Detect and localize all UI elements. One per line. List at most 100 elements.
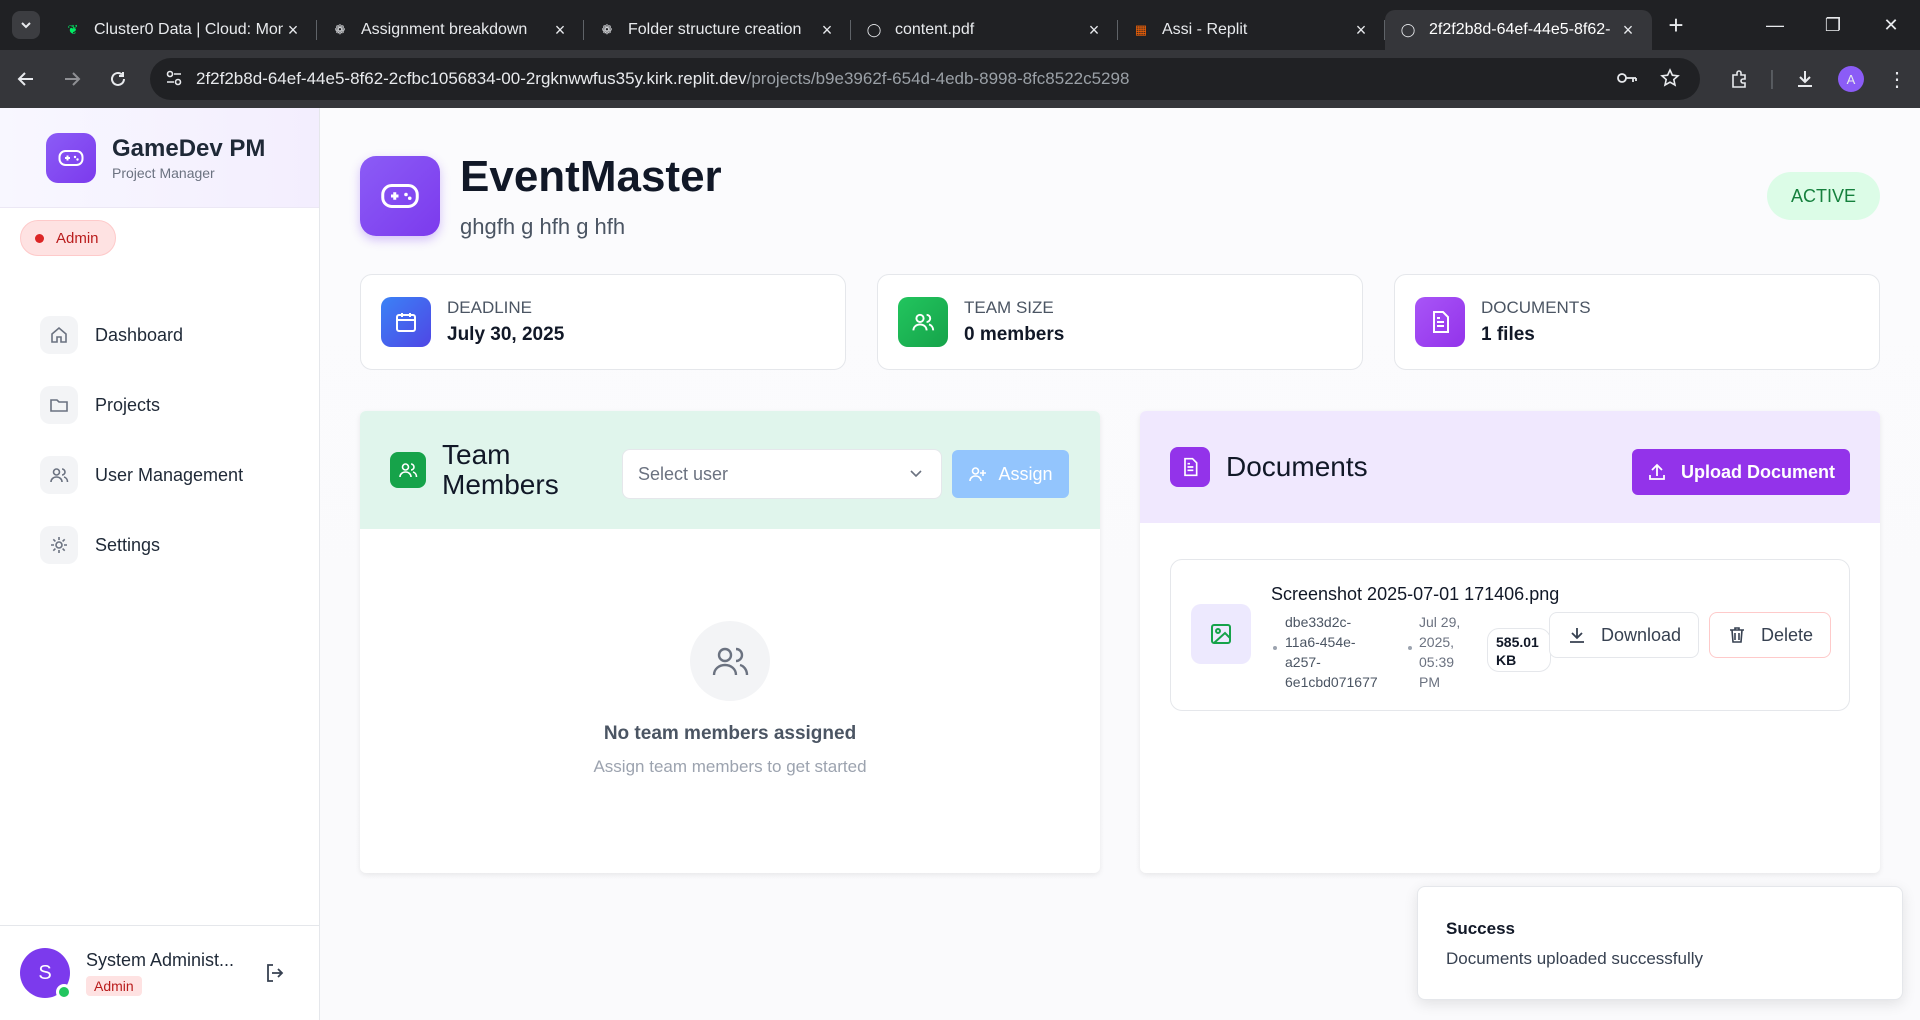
stat-label: Deadline	[447, 298, 533, 317]
document-id-line: 6e1cbd071677	[1285, 674, 1378, 690]
bookmark-star-icon[interactable]	[1660, 68, 1680, 93]
browser-tab-title: 2f2f2b8d-64ef-44e5-8f62-	[1429, 21, 1611, 38]
kebab-menu-icon[interactable]: ⋮	[1874, 67, 1920, 92]
minimize-button[interactable]: —	[1746, 0, 1804, 50]
sidebar-item-settings[interactable]: Settings	[40, 510, 300, 580]
sidebar-nav: Dashboard Projects User Management Setti…	[40, 300, 300, 580]
stat-label: Documents	[1481, 298, 1591, 317]
close-tab-icon[interactable]: ×	[550, 20, 570, 41]
tab-search-dropdown[interactable]	[12, 11, 40, 39]
close-tab-icon[interactable]: ×	[817, 20, 837, 41]
close-tab-icon[interactable]: ×	[283, 20, 303, 41]
documents-header: Documents Upload Document	[1140, 411, 1880, 523]
empty-state-subtitle: Assign team members to get started	[593, 757, 867, 776]
users-icon	[40, 456, 78, 494]
browser-tab-title: Assi - Replit	[1162, 21, 1248, 38]
mongodb-leaf-icon: ❦	[67, 22, 79, 37]
role-badge: Admin	[20, 220, 116, 256]
document-date: Jul 29, 2025, 05:39 PM	[1419, 612, 1479, 692]
back-button[interactable]	[6, 59, 46, 99]
team-members-title-line: Members	[442, 469, 559, 500]
close-window-button[interactable]: ✕	[1862, 0, 1920, 50]
toast-notification[interactable]: Success Documents uploaded successfully	[1417, 886, 1903, 1000]
browser-tab-title: Assignment breakdown	[361, 21, 528, 38]
close-tab-icon[interactable]: ×	[1084, 20, 1104, 41]
document-size-line: KB	[1496, 652, 1517, 668]
close-tab-icon[interactable]: ×	[1351, 20, 1371, 41]
openai-icon: ❁	[601, 22, 613, 37]
team-empty-state: No team members assigned Assign team mem…	[360, 621, 1100, 777]
status-badge: ACTIVE	[1766, 172, 1880, 220]
stat-value: 0 members	[964, 324, 1065, 345]
extensions-icon[interactable]	[1716, 69, 1762, 89]
brand-subtitle: Project Manager	[112, 164, 215, 181]
toast-message: Documents uploaded successfully	[1446, 949, 1704, 968]
logout-button[interactable]	[264, 962, 286, 989]
status-dot	[35, 233, 44, 243]
user-select[interactable]: Select user	[622, 449, 942, 499]
browser-tab[interactable]: ▦ Assi - Replit ×	[1118, 10, 1385, 50]
url-host: 2f2f2b8d-64ef-44e5-8f62-2cfbc1056834-00-…	[196, 69, 747, 88]
stat-card-team-size: Team Size 0 members	[877, 274, 1363, 370]
browser-tab[interactable]: ◯ 2f2f2b8d-64ef-44e5-8f62- ×	[1385, 10, 1652, 50]
close-tab-icon[interactable]: ×	[1618, 20, 1638, 41]
profile-avatar[interactable]: A	[1838, 66, 1864, 92]
download-button[interactable]: Download	[1549, 612, 1699, 658]
restore-button[interactable]: ❐	[1804, 0, 1862, 50]
toast-title: Success	[1446, 919, 1515, 938]
upload-icon	[1649, 463, 1665, 480]
browser-tab[interactable]: ◯ content.pdf ×	[851, 10, 1118, 50]
user-profile: S System Administ... Admin	[0, 925, 320, 1020]
document-id-line: a257-	[1285, 654, 1321, 670]
user-name: System Administ...	[86, 950, 235, 970]
brand-title: GameDev PM	[112, 134, 266, 162]
forward-button[interactable]	[52, 59, 92, 99]
user-select-placeholder: Select user	[638, 463, 729, 484]
browser-tab[interactable]: ❦ Cluster0 Data | Cloud: Mon ×	[50, 10, 317, 50]
avatar-initial: S	[38, 961, 52, 984]
users-icon	[898, 297, 948, 347]
app-root: GameDev PM Project Manager Admin Dashboa…	[0, 108, 1920, 1020]
gear-icon	[40, 526, 78, 564]
users-icon	[690, 621, 770, 701]
upload-document-button[interactable]: Upload Document	[1631, 449, 1850, 495]
password-key-icon[interactable]	[1616, 68, 1638, 93]
brand-header[interactable]: GameDev PM Project Manager	[0, 108, 319, 208]
sidebar: GameDev PM Project Manager Admin Dashboa…	[0, 108, 320, 1020]
home-icon	[40, 316, 78, 354]
page-title: EventMaster	[460, 152, 722, 201]
replit-icon: ▦	[1134, 22, 1148, 37]
browser-tab-strip: ❦ Cluster0 Data | Cloud: Mon × ❁ Assignment …	[0, 0, 1920, 50]
download-icon[interactable]	[1782, 69, 1828, 89]
sidebar-item-dashboard[interactable]: Dashboard	[40, 300, 300, 370]
document-size-badge: 585.01 KB	[1487, 628, 1551, 672]
main-content: EventMaster ghgfh g hfh g hfh ACTIVE Dea…	[320, 108, 1920, 1020]
assign-button[interactable]: Assign	[952, 450, 1069, 498]
delete-button-label: Delete	[1760, 624, 1814, 645]
stat-card-documents: Documents 1 files	[1394, 274, 1880, 370]
browser-tab[interactable]: ❁ Assignment breakdown ×	[317, 10, 584, 50]
sidebar-item-label: Settings	[95, 534, 161, 555]
site-info-icon[interactable]	[164, 68, 186, 90]
browser-tab-title: Folder structure creation	[628, 21, 802, 38]
avatar[interactable]: S	[20, 948, 72, 1000]
sidebar-item-label: Dashboard	[95, 324, 184, 345]
stat-value: July 30, 2025	[447, 324, 565, 345]
folder-icon	[40, 386, 78, 424]
address-bar[interactable]: 2f2f2b8d-64ef-44e5-8f62-2cfbc1056834-00-…	[150, 58, 1700, 100]
document-id-line: 11a6-454e-	[1285, 634, 1356, 650]
sidebar-item-user-management[interactable]: User Management	[40, 440, 300, 510]
document-date-line: 05:39	[1419, 654, 1455, 670]
logout-icon	[267, 964, 284, 982]
document-id: dbe33d2c- 11a6-454e- a257- 6e1cbd071677	[1285, 612, 1385, 692]
file-text-icon	[1170, 447, 1210, 487]
url-path: /projects/b9e3962f-654d-4edb-8998-8fc852…	[746, 69, 1130, 88]
user-role-badge: Admin	[86, 976, 142, 996]
sidebar-item-projects[interactable]: Projects	[40, 370, 300, 440]
arrow-right-icon	[65, 72, 81, 86]
browser-tab[interactable]: ❁ Folder structure creation ×	[584, 10, 851, 50]
reload-button[interactable]	[98, 59, 138, 99]
delete-button[interactable]: Delete	[1709, 612, 1831, 658]
empty-state-title: No team members assigned	[603, 723, 857, 744]
new-tab-button[interactable]: +	[1656, 10, 1696, 41]
